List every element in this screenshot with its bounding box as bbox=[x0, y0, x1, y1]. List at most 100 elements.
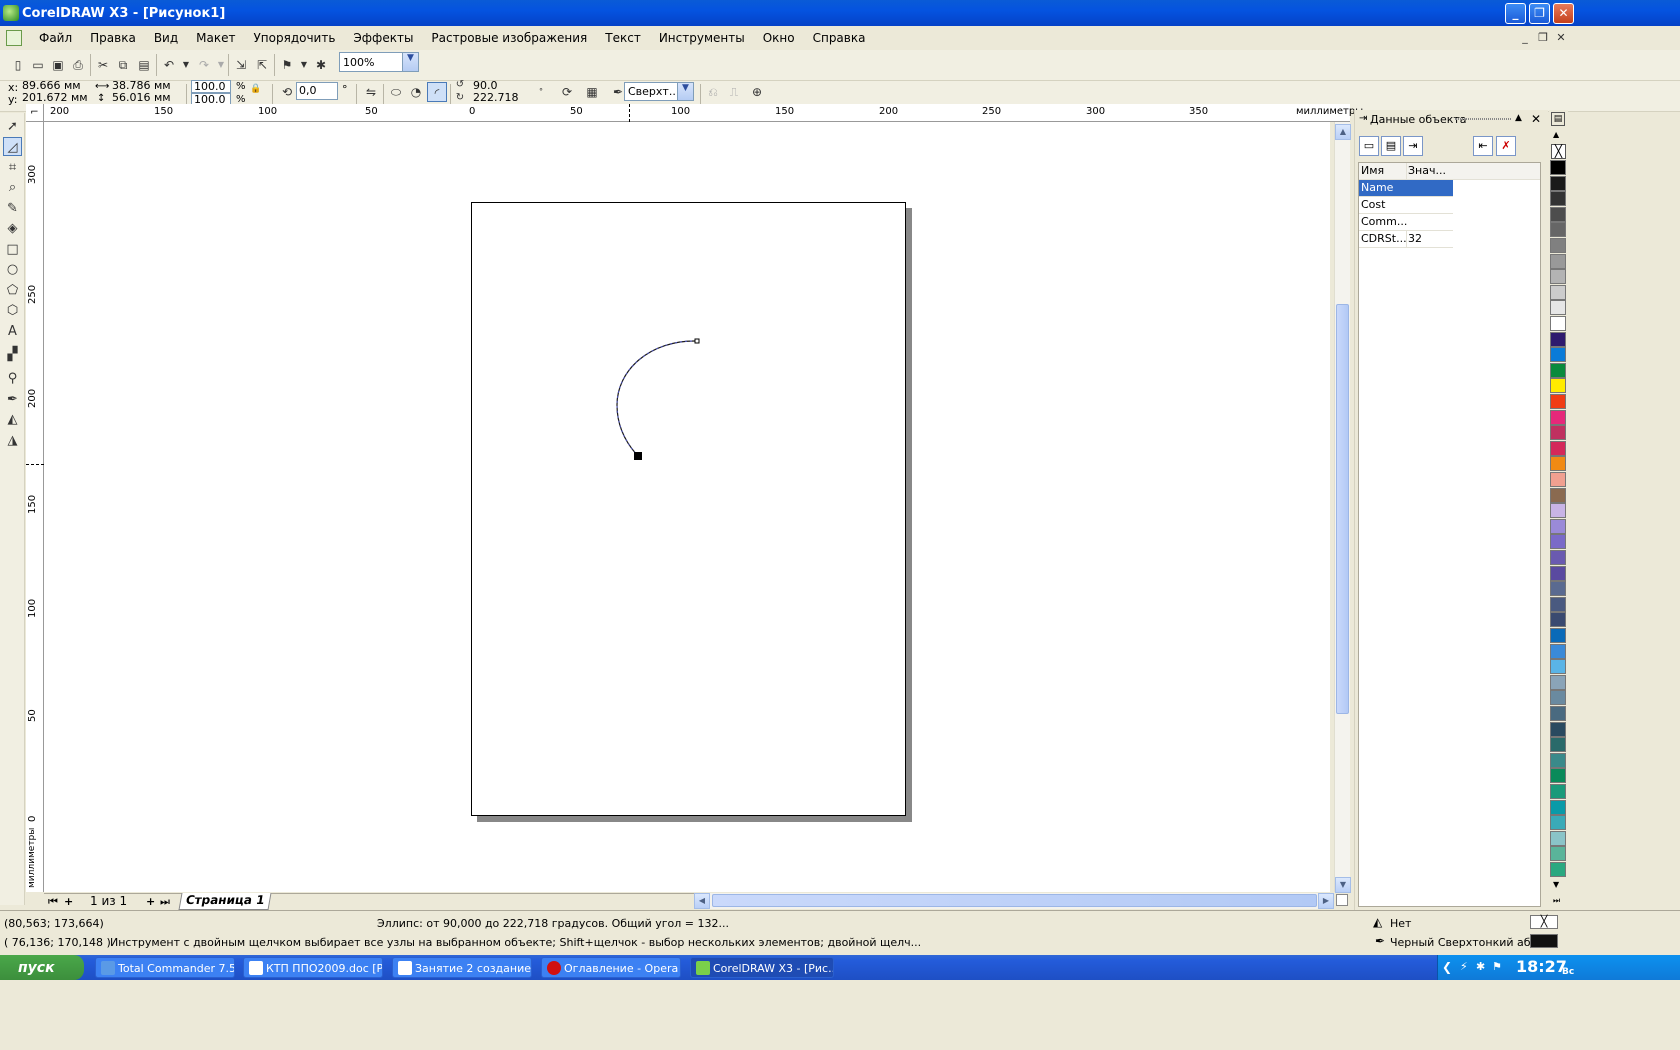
menu-bitmaps[interactable]: Растровые изображения bbox=[422, 31, 596, 45]
text-tool-icon[interactable]: A bbox=[3, 322, 22, 341]
outline-status[interactable]: Черный Сверхтонкий абрис bbox=[1390, 936, 1551, 949]
color-swatch[interactable] bbox=[1550, 752, 1566, 768]
lock-ratio-icon[interactable]: 🔒 bbox=[248, 82, 264, 96]
open-icon[interactable]: ▭ bbox=[28, 55, 48, 75]
color-swatch[interactable] bbox=[1550, 284, 1566, 300]
scroll-down-icon[interactable]: ▼ bbox=[1335, 877, 1351, 893]
color-swatch[interactable] bbox=[1550, 456, 1566, 472]
color-swatch[interactable] bbox=[1550, 378, 1566, 394]
arc-shape[interactable] bbox=[600, 330, 710, 470]
palette-options-icon[interactable]: ▤ bbox=[1551, 112, 1565, 126]
color-swatch[interactable] bbox=[1550, 784, 1566, 799]
scroll-left-icon[interactable]: ◀ bbox=[694, 893, 710, 909]
outline-swatch[interactable] bbox=[1530, 934, 1558, 948]
color-swatch[interactable] bbox=[1550, 846, 1566, 862]
color-swatch[interactable] bbox=[1550, 440, 1566, 456]
color-swatch[interactable] bbox=[1550, 160, 1566, 175]
crop-tool-icon[interactable]: ⌗ bbox=[3, 158, 22, 177]
end-angle-field[interactable]: 222.718 bbox=[471, 92, 519, 104]
column-header-value[interactable]: Знач... bbox=[1406, 163, 1452, 179]
network-icon[interactable]: ⚡ bbox=[1460, 960, 1468, 973]
color-swatch[interactable] bbox=[1550, 581, 1566, 597]
docker-pin-icon[interactable]: ⇥ bbox=[1359, 113, 1367, 124]
docker-collapse-icon[interactable]: ▲ bbox=[1515, 113, 1522, 123]
table-row[interactable]: Name bbox=[1359, 180, 1453, 197]
copy-icon[interactable]: ⧉ bbox=[113, 55, 133, 75]
palette-scroll-up-icon[interactable]: ▲ bbox=[1553, 130, 1559, 139]
language-icon[interactable]: ⚑ bbox=[1492, 960, 1502, 973]
color-swatch[interactable] bbox=[1550, 862, 1566, 877]
field-editor-icon[interactable]: ▤ bbox=[1381, 136, 1401, 156]
color-swatch[interactable] bbox=[1550, 222, 1566, 238]
table-row[interactable]: Cost bbox=[1359, 197, 1453, 214]
welcome-screen-icon[interactable]: ✱ bbox=[311, 55, 331, 75]
color-swatch[interactable] bbox=[1550, 206, 1566, 222]
color-swatch[interactable] bbox=[1550, 737, 1566, 753]
save-icon[interactable]: ▣ bbox=[48, 55, 68, 75]
color-swatch[interactable] bbox=[1550, 362, 1566, 378]
ruler-origin[interactable]: ⌐ bbox=[26, 104, 44, 122]
palette-expand-icon[interactable]: ⏭ bbox=[1553, 896, 1560, 906]
print-icon[interactable]: ⎙ bbox=[68, 55, 88, 75]
interactive-blend-icon[interactable]: ▞ bbox=[3, 345, 22, 364]
tray-expand-icon[interactable]: ❮ bbox=[1442, 960, 1452, 974]
color-swatch[interactable] bbox=[1550, 596, 1566, 612]
vertical-ruler[interactable]: 300 250 200 150 100 50 0 миллиметры bbox=[26, 122, 44, 892]
clock[interactable]: 18:27 bbox=[1516, 957, 1567, 976]
smart-fill-icon[interactable]: ◈ bbox=[3, 219, 22, 238]
color-swatch[interactable] bbox=[1550, 394, 1566, 409]
eyedropper-icon[interactable]: ⚲ bbox=[3, 369, 22, 388]
color-swatch[interactable] bbox=[1550, 253, 1566, 269]
color-swatch[interactable] bbox=[1550, 300, 1566, 316]
last-page-icon[interactable]: ⏭ bbox=[160, 896, 170, 907]
doc-restore-icon[interactable]: ❐ bbox=[1536, 31, 1550, 45]
taskbar-item-total-commander[interactable]: Total Commander 7.5... bbox=[95, 957, 235, 978]
mirror-horizontal-icon[interactable]: ⇋ bbox=[361, 82, 381, 102]
antivirus-icon[interactable]: ✱ bbox=[1476, 960, 1485, 973]
arc-icon[interactable]: ◜ bbox=[427, 82, 447, 102]
taskbar-item-opera[interactable]: Оглавление - Opera bbox=[541, 957, 681, 978]
menu-text[interactable]: Текст bbox=[596, 31, 650, 45]
color-swatch[interactable] bbox=[1550, 175, 1566, 191]
horizontal-scroll-thumb[interactable] bbox=[712, 894, 1317, 907]
color-swatch[interactable] bbox=[1550, 565, 1566, 581]
color-swatch[interactable] bbox=[1550, 425, 1566, 441]
vertical-scroll-thumb[interactable] bbox=[1336, 304, 1349, 714]
menu-layout[interactable]: Макет bbox=[187, 31, 244, 45]
chevron-down-icon[interactable]: ▼ bbox=[402, 53, 418, 71]
color-swatch[interactable] bbox=[1550, 503, 1566, 519]
new-icon[interactable]: ▯ bbox=[8, 55, 28, 75]
arc-start-node[interactable] bbox=[694, 338, 700, 344]
navigator-icon[interactable] bbox=[1336, 894, 1348, 906]
start-angle-field[interactable]: 90.0 bbox=[471, 80, 519, 92]
copy-data-from-icon[interactable]: ⇥ bbox=[1403, 136, 1423, 156]
taskbar-item-word-2[interactable]: Занятие 2 создание ... bbox=[392, 957, 532, 978]
shape-tool-icon[interactable]: ◿ bbox=[3, 137, 22, 156]
zoom-tool-icon[interactable]: ⌕ bbox=[3, 178, 22, 197]
ellipse-tool-icon[interactable]: ○ bbox=[3, 260, 22, 279]
import-icon[interactable]: ⇲ bbox=[231, 55, 251, 75]
menu-edit[interactable]: Правка bbox=[81, 31, 145, 45]
no-color-swatch[interactable]: ╳ bbox=[1551, 144, 1566, 159]
undo-dropdown-icon[interactable]: ▼ bbox=[176, 55, 196, 75]
color-swatch[interactable] bbox=[1550, 472, 1566, 487]
basic-shapes-icon[interactable]: ⬡ bbox=[3, 301, 22, 320]
color-swatch[interactable] bbox=[1550, 659, 1566, 675]
drawing-page[interactable] bbox=[471, 202, 906, 816]
menu-tools[interactable]: Инструменты bbox=[650, 31, 754, 45]
rotation-field[interactable]: 0,0 bbox=[296, 82, 338, 100]
color-swatch[interactable] bbox=[1550, 347, 1566, 363]
color-swatch[interactable] bbox=[1550, 674, 1566, 690]
color-swatch[interactable] bbox=[1550, 612, 1566, 628]
column-header-name[interactable]: Имя bbox=[1360, 163, 1406, 179]
menu-view[interactable]: Вид bbox=[145, 31, 187, 45]
color-swatch[interactable] bbox=[1550, 487, 1566, 503]
cut-icon[interactable]: ✂ bbox=[93, 55, 113, 75]
color-swatch[interactable] bbox=[1550, 518, 1566, 534]
color-swatch[interactable] bbox=[1550, 409, 1566, 425]
scroll-up-icon[interactable]: ▲ bbox=[1335, 124, 1351, 140]
pick-tool-icon[interactable]: ➚ bbox=[3, 117, 22, 136]
node-target-icon[interactable]: ⊕ bbox=[747, 82, 767, 102]
interactive-fill-icon[interactable]: ◮ bbox=[3, 431, 22, 450]
fill-swatch[interactable]: ╳ bbox=[1530, 915, 1558, 929]
